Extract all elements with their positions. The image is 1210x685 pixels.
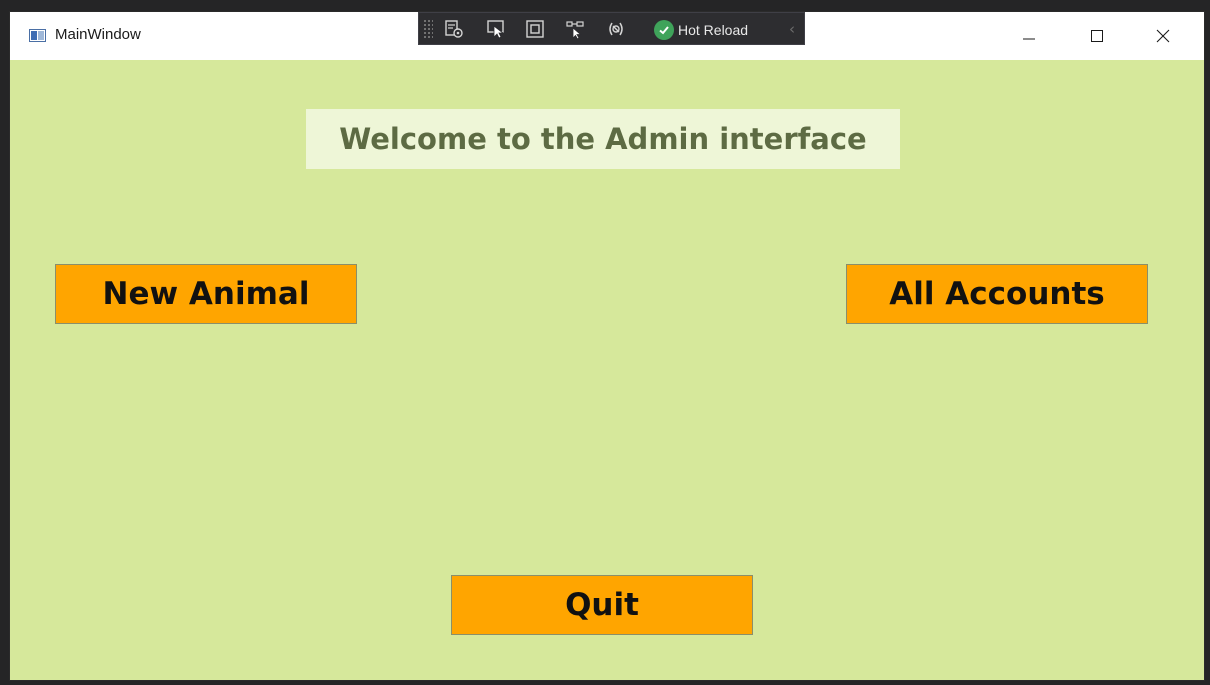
maximize-button[interactable] [1074,20,1120,52]
maximize-icon [1091,30,1103,42]
display-layout-adorners-icon[interactable] [525,19,545,39]
new-animal-button[interactable]: New Animal [55,264,357,324]
title-bar[interactable]: MainWindow Hot Reload ‹ [10,12,1204,60]
live-visual-tree-icon[interactable] [444,19,464,39]
all-accounts-button[interactable]: All Accounts [846,264,1148,324]
quit-button[interactable]: Quit [451,575,753,635]
xaml-debug-toolbar: Hot Reload ‹ [418,12,805,45]
window-content: Welcome to the Admin interface New Anima… [10,60,1204,680]
minimize-button[interactable] [1006,20,1052,52]
binding-failures-icon[interactable] [606,19,626,39]
hot-reload-button[interactable]: Hot Reload [654,19,748,41]
welcome-heading: Welcome to the Admin interface [306,109,900,169]
hot-reload-status-icon [654,20,674,40]
close-button[interactable] [1140,20,1186,52]
select-element-icon[interactable] [486,19,506,39]
collapse-toolbar-chevron-icon[interactable]: ‹ [789,20,795,38]
hot-reload-label: Hot Reload [678,22,749,38]
main-window: MainWindow Hot Reload ‹ Welcome to the A… [9,11,1205,681]
track-focus-icon[interactable] [565,19,585,39]
window-title: MainWindow [55,26,141,43]
minimize-icon [1023,38,1035,40]
close-icon [1156,29,1170,43]
app-window-icon [29,29,46,42]
toolbar-grip-icon[interactable] [423,19,433,39]
